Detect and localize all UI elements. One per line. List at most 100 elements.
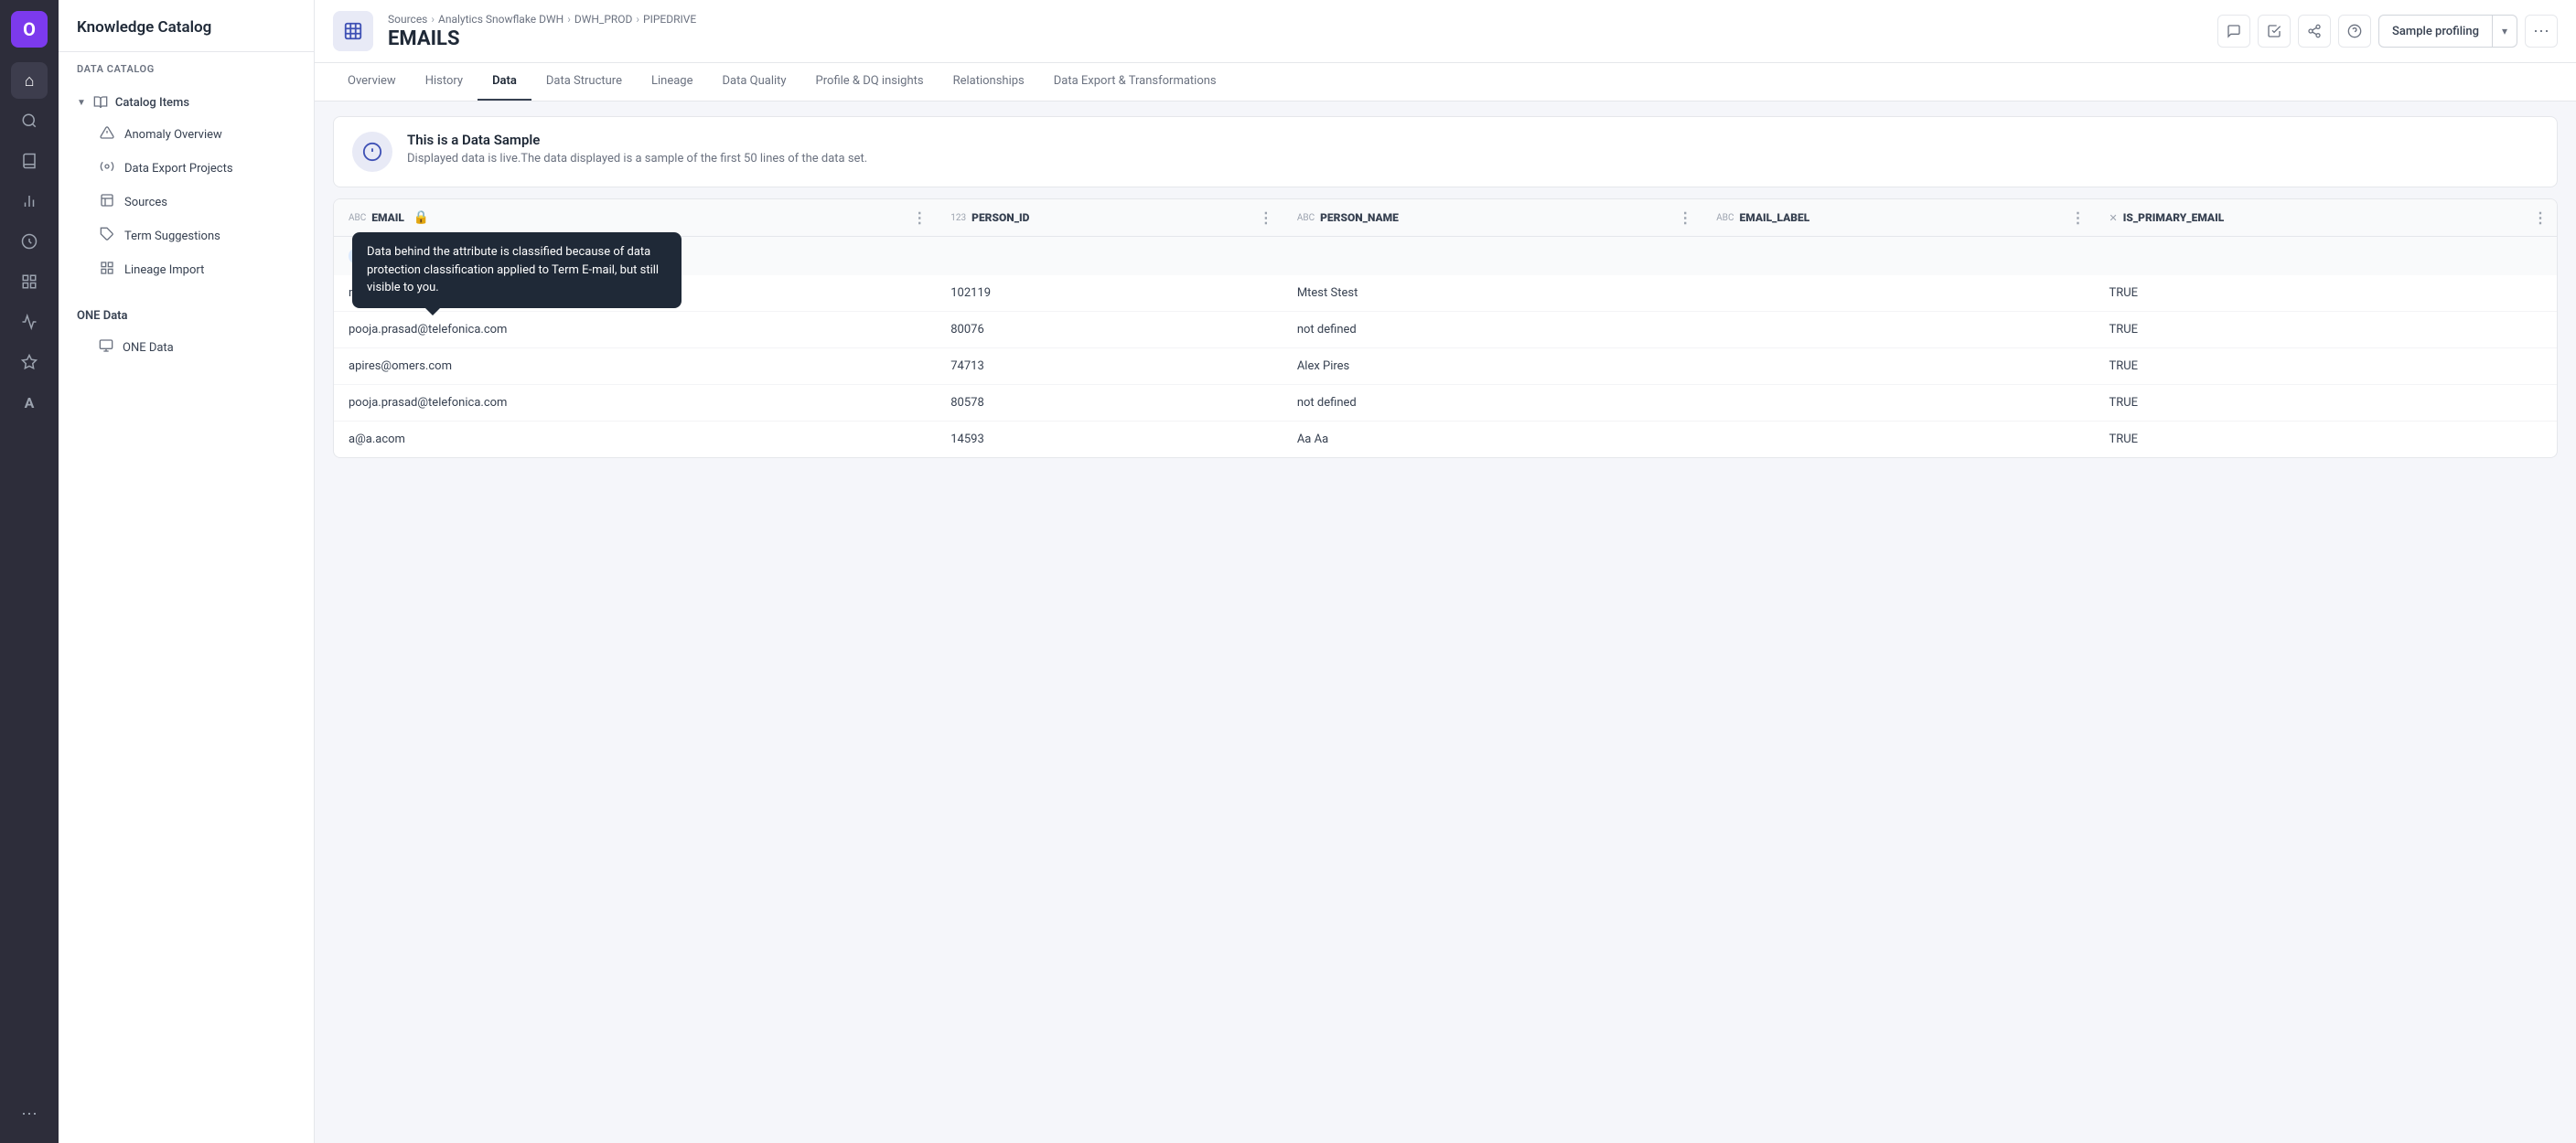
breadcrumb-pipedrive[interactable]: PIPEDRIVE [643,13,696,26]
person-name-col-menu[interactable]: ⋮ [1678,209,1692,227]
cell-person-id-3: 74713 [936,348,1283,385]
content-area: This is a Data Sample Displayed data is … [315,101,2576,1143]
cell-is-primary-5: TRUE [2094,422,2557,458]
sidebar-item-sources[interactable]: Sources [66,186,306,219]
cell-is-primary-3: TRUE [2094,348,2557,385]
nav-crown[interactable] [11,344,48,380]
sample-profiling-button[interactable]: Sample profiling ▾ [2378,15,2517,48]
person-id-tag-cell [936,237,1283,276]
cell-email-3: apires@omers.com [334,348,936,385]
email-tag[interactable]: E-mail [349,248,398,264]
comment-button[interactable] [2217,15,2250,48]
share-button[interactable] [2298,15,2331,48]
main-content: Sources › Analytics Snowflake DWH › DWH_… [315,0,2576,1143]
is-primary-type-badge: ✕ [2109,212,2117,224]
tab-data-quality[interactable]: Data Quality [707,63,800,101]
breadcrumb-sep-1: › [431,13,435,26]
task-button[interactable] [2258,15,2291,48]
col-header-is-primary: ✕ IS_PRIMARY_EMAIL ⋮ [2094,199,2557,237]
cell-person-id-1: 102119 [936,275,1283,312]
lock-icon: 🔒 [413,210,429,225]
sidebar: Knowledge Catalog Data Catalog ▼ Catalog… [59,0,315,1143]
nav-grid[interactable] [11,263,48,300]
app-logo[interactable]: O [11,11,48,48]
cell-email-5: a@a.acom [334,422,936,458]
nav-catalog[interactable] [11,143,48,179]
data-sample-banner: This is a Data Sample Displayed data is … [333,116,2558,187]
cell-email-1: mstest@atacdevtest.none [334,275,936,312]
cell-email-label-4 [1701,385,2094,422]
email-col-label: EMAIL [371,211,404,224]
chevron-down-icon: ▼ [77,98,86,108]
person-id-col-label: PERSON_ID [971,211,1029,224]
col-header-email: Abc EMAIL 🔒 ⋮ [334,199,936,237]
col-header-email-label: Abc EMAIL_LABEL ⋮ [1701,199,2094,237]
sidebar-item-lineage-import[interactable]: Lineage Import [66,253,306,286]
help-button[interactable] [2338,15,2371,48]
dropdown-arrow-icon[interactable]: ▾ [2493,19,2517,43]
one-data-section-label: ONE Data [59,302,314,330]
data-table: Abc EMAIL 🔒 ⋮ 123 PERSON_ID ⋮ [334,199,2557,457]
nav-home[interactable]: ⌂ [11,62,48,99]
data-export-projects-label: Data Export Projects [124,162,233,176]
email-label-col-menu[interactable]: ⋮ [2070,209,2085,227]
nav-analytics[interactable] [11,304,48,340]
nav-more-bottom[interactable]: ⋯ [11,1095,48,1132]
cell-person-name-2: not defined [1283,312,1701,348]
info-icon [352,132,392,172]
nav-charts[interactable] [11,183,48,219]
nav-font[interactable]: A [11,384,48,421]
breadcrumb-sources[interactable]: Sources [388,13,427,26]
tab-profile-dq[interactable]: Profile & DQ insights [801,63,939,101]
tab-history[interactable]: History [411,63,478,101]
table-icon [333,11,373,51]
table-tag-row: E-mail [334,237,2557,276]
breadcrumb-dwh[interactable]: Analytics Snowflake DWH [438,13,564,26]
sample-profiling-label[interactable]: Sample profiling [2379,19,2492,44]
cell-person-id-2: 80076 [936,312,1283,348]
table-row: apires@omers.com 74713 Alex Pires TRUE [334,348,2557,385]
sidebar-section-catalog: Data Catalog [59,52,314,80]
sidebar-item-one-data[interactable]: ONE Data [66,331,306,364]
person-name-type-badge: Abc [1297,213,1315,223]
one-data-section: ONE Data ONE Data [59,302,314,365]
one-data-icon [99,338,113,357]
email-label-type-badge: Abc [1716,213,1733,223]
export-icon [99,159,115,177]
tab-overview[interactable]: Overview [333,63,411,101]
catalog-items-header[interactable]: ▼ Catalog Items [59,88,314,117]
tab-relationships[interactable]: Relationships [939,63,1039,101]
tab-lineage[interactable]: Lineage [637,63,708,101]
tab-bar: Overview History Data Data Structure Lin… [315,63,2576,101]
breadcrumb: Sources › Analytics Snowflake DWH › DWH_… [388,13,2203,26]
col-header-person-name: Abc PERSON_NAME ⋮ [1283,199,1701,237]
anomaly-icon [99,125,115,144]
tab-data-structure[interactable]: Data Structure [531,63,637,101]
cell-person-id-4: 80578 [936,385,1283,422]
nav-quality[interactable] [11,223,48,260]
breadcrumb-dwh-prod[interactable]: DWH_PROD [574,13,633,26]
person-id-col-menu[interactable]: ⋮ [1259,209,1273,227]
sidebar-item-anomaly-overview[interactable]: Anomaly Overview [66,118,306,151]
email-type-badge: Abc [349,213,366,223]
cell-person-name-4: not defined [1283,385,1701,422]
email-col-menu[interactable]: ⋮ [912,209,927,227]
book-open-icon [93,95,108,110]
cell-person-id-5: 14593 [936,422,1283,458]
sources-label: Sources [124,196,167,209]
sidebar-item-data-export-projects[interactable]: Data Export Projects [66,152,306,185]
is-primary-col-menu[interactable]: ⋮ [2533,209,2548,227]
tab-data-export[interactable]: Data Export & Transformations [1039,63,1231,101]
more-options-button[interactable]: ⋯ [2525,15,2558,48]
catalog-items-group: ▼ Catalog Items Anomaly Overview Data Ex… [59,80,314,294]
breadcrumb-sep-2: › [567,13,571,26]
breadcrumb-sep-3: › [636,13,639,26]
page-header: Sources › Analytics Snowflake DWH › DWH_… [315,0,2576,63]
table-row: pooja.prasad@telefonica.com 80578 not de… [334,385,2557,422]
email-label-col-label: EMAIL_LABEL [1740,211,1810,224]
nav-search[interactable] [11,102,48,139]
tab-data[interactable]: Data [478,63,531,101]
cell-person-name-1: Mtest Stest [1283,275,1701,312]
sidebar-item-term-suggestions[interactable]: Term Suggestions [66,219,306,252]
person-name-col-label: PERSON_NAME [1320,211,1399,224]
